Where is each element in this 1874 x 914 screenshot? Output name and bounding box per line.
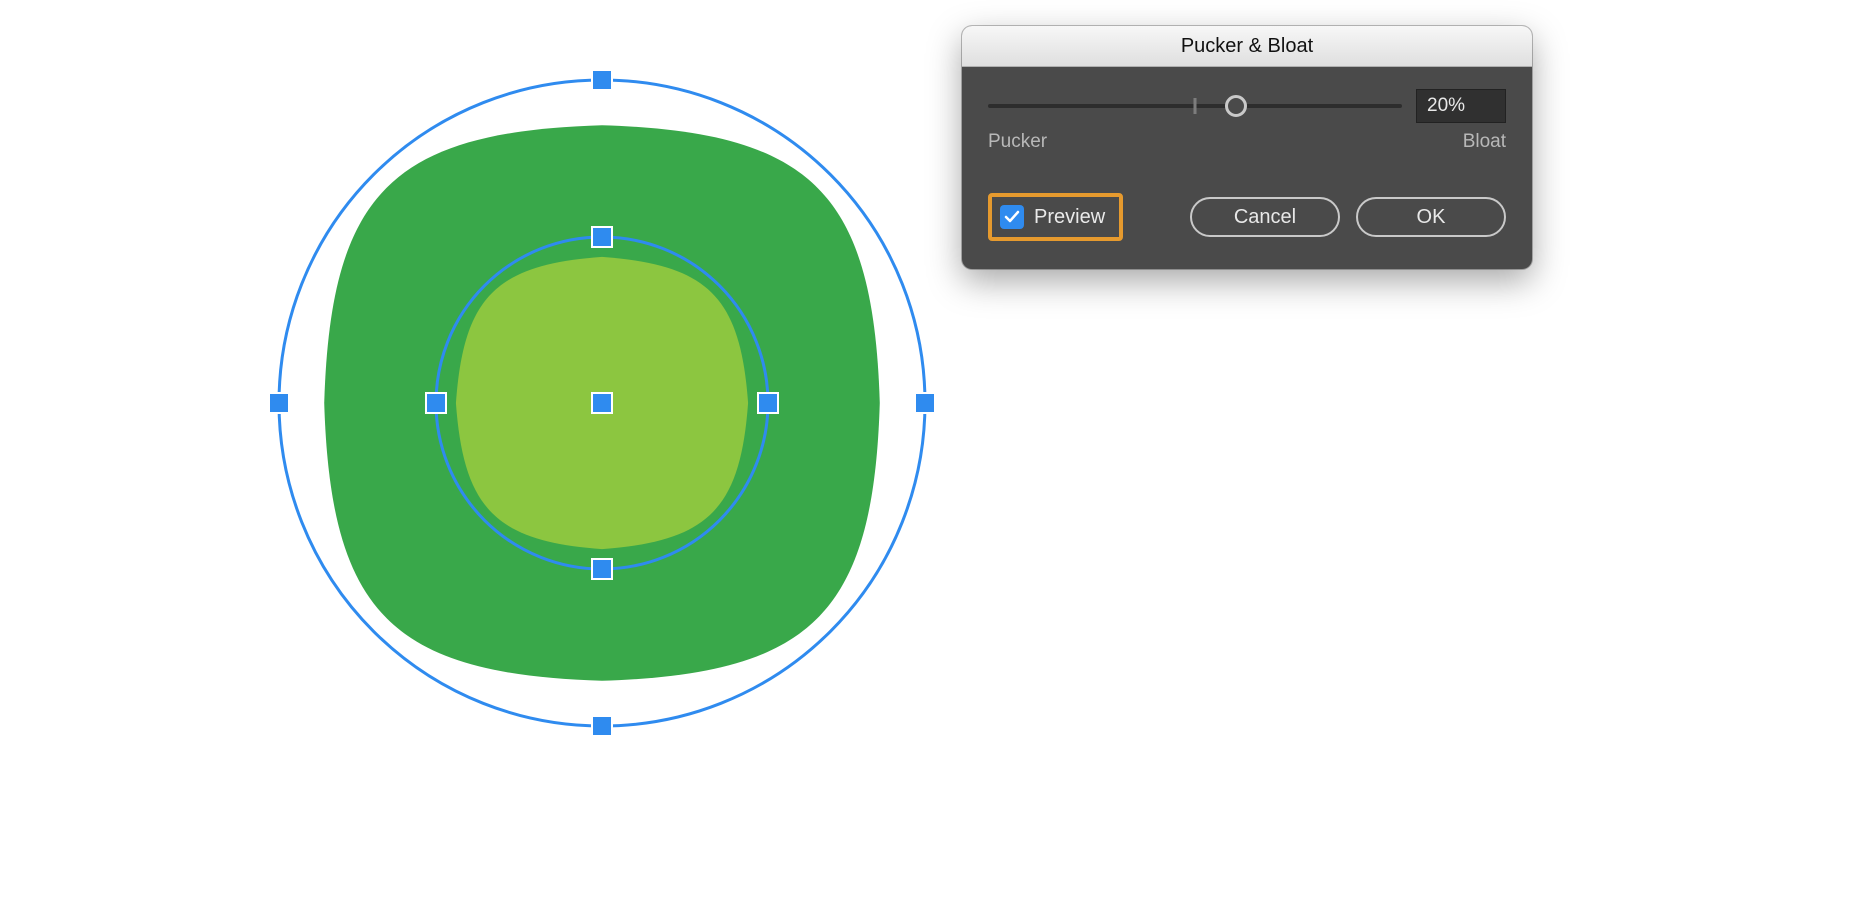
preview-highlight: Preview — [988, 193, 1123, 241]
slider-label-pucker: Pucker — [988, 131, 1047, 153]
slider-thumb[interactable] — [1225, 95, 1247, 117]
amount-field[interactable]: 20% — [1416, 89, 1506, 123]
outer-handle-bottom[interactable] — [591, 715, 613, 737]
inner-handle-bottom[interactable] — [591, 558, 613, 580]
slider-center-tick — [1194, 98, 1197, 114]
ok-button[interactable]: OK — [1356, 197, 1506, 237]
outer-handle-left[interactable] — [268, 392, 290, 414]
outer-handle-top[interactable] — [591, 69, 613, 91]
inner-handle-right[interactable] — [757, 392, 779, 414]
cancel-button[interactable]: Cancel — [1190, 197, 1340, 237]
slider-label-bloat: Bloat — [1463, 131, 1506, 153]
preview-checkbox[interactable] — [1000, 205, 1024, 229]
outer-handle-right[interactable] — [914, 392, 936, 414]
pucker-bloat-dialog: Pucker & Bloat 20% Pucker Bloat Preview — [962, 26, 1532, 269]
dialog-body: 20% Pucker Bloat Preview Cancel OK — [962, 67, 1532, 269]
preview-label: Preview — [1034, 206, 1105, 229]
inner-handle-top[interactable] — [591, 226, 613, 248]
check-icon — [1004, 209, 1020, 225]
inner-handle-left[interactable] — [425, 392, 447, 414]
center-handle[interactable] — [591, 392, 613, 414]
amount-slider[interactable] — [988, 104, 1402, 108]
dialog-title: Pucker & Bloat — [962, 26, 1532, 67]
